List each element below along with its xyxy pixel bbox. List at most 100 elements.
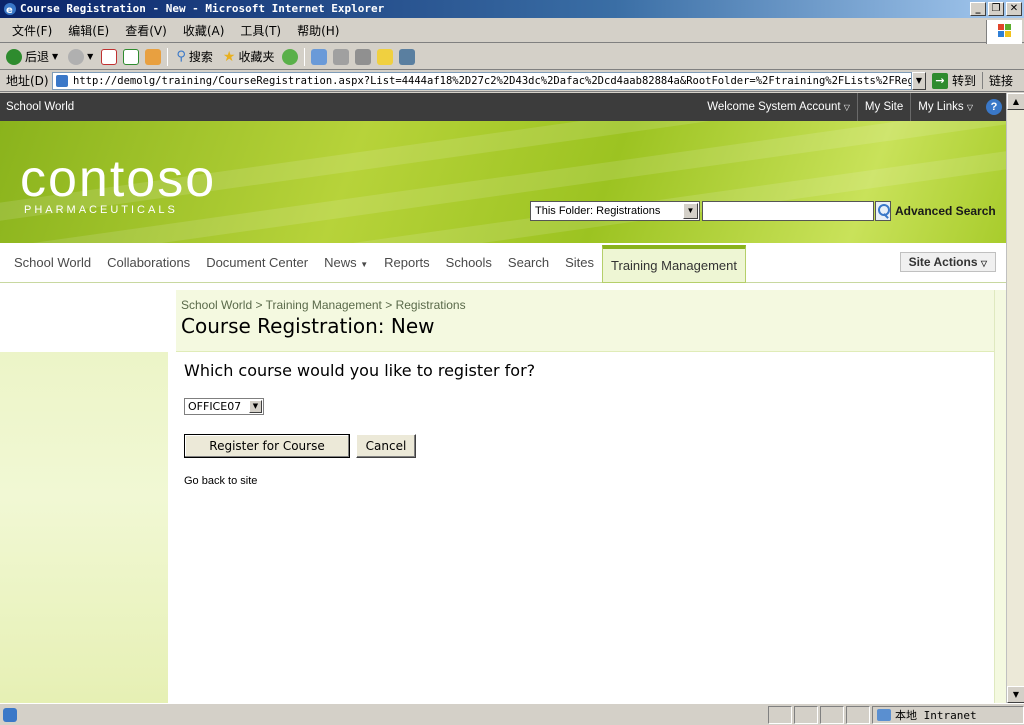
- maximize-button[interactable]: ❐: [988, 2, 1004, 16]
- forward-arrow-icon: [68, 48, 85, 65]
- go-back-link[interactable]: Go back to site: [184, 475, 257, 487]
- tab-document-center[interactable]: Document Center: [198, 243, 316, 283]
- menu-help[interactable]: 帮助(H): [289, 22, 347, 39]
- search-scope-select[interactable]: This Folder: Registrations ▼: [530, 201, 700, 221]
- breadcrumb[interactable]: School World > Training Management > Reg…: [181, 298, 466, 312]
- home-icon[interactable]: [145, 48, 162, 65]
- search-area: This Folder: Registrations ▼ Advanced Se…: [530, 200, 996, 222]
- right-edge-panel: [994, 290, 1006, 703]
- back-arrow-icon: [6, 48, 22, 65]
- notes-icon[interactable]: [377, 48, 394, 65]
- address-label: 地址(D): [6, 74, 49, 88]
- welcome-menu[interactable]: Welcome System Account ▽: [700, 93, 857, 122]
- tab-school-world[interactable]: School World: [6, 243, 99, 283]
- toolbar: 后退 ▼ ▼ ⚲ 搜索 ★ 收藏夹: [0, 44, 1024, 70]
- search-label: 搜索: [188, 50, 213, 64]
- tab-training-management[interactable]: Training Management: [602, 244, 747, 283]
- search-icon: ⚲: [176, 49, 186, 64]
- page-title-area: School World > Training Management > Reg…: [176, 290, 994, 352]
- chevron-down-icon: ▼: [249, 400, 262, 413]
- favorites-label: 收藏夹: [238, 50, 275, 64]
- sp-global-bar: School World Welcome System Account ▽ My…: [0, 93, 1006, 122]
- status-cell: [794, 705, 818, 724]
- menu-view[interactable]: 查看(V): [117, 22, 175, 39]
- refresh-icon[interactable]: [123, 48, 140, 65]
- menu-file[interactable]: 文件(F): [4, 22, 60, 39]
- page-status-icon: [3, 707, 17, 722]
- course-question: Which course would you like to register …: [184, 361, 536, 380]
- star-icon: ★: [222, 48, 236, 65]
- go-arrow-icon: →: [932, 72, 948, 89]
- chevron-down-icon: ▼: [87, 52, 94, 61]
- menu-tools[interactable]: 工具(T): [232, 22, 289, 39]
- toolbar-separator: [304, 47, 306, 66]
- page-icon: [56, 74, 68, 87]
- tab-schools[interactable]: Schools: [438, 243, 500, 283]
- tab-sites[interactable]: Sites: [557, 243, 602, 283]
- zone-label: 本地 Intranet: [895, 708, 977, 722]
- menu-edit[interactable]: 编辑(E): [60, 22, 117, 39]
- scroll-up-icon[interactable]: ▲: [1007, 93, 1024, 110]
- forward-button[interactable]: ▼: [66, 48, 95, 65]
- my-site-link[interactable]: My Site: [856, 93, 910, 121]
- search-input[interactable]: [702, 201, 874, 221]
- security-zone: 本地 Intranet: [872, 705, 1024, 724]
- address-bar: 地址(D) http://demolg/training/CourseRegis…: [0, 70, 1024, 92]
- window-title: Course Registration - New - Microsoft In…: [20, 2, 385, 15]
- back-button[interactable]: 后退 ▼: [4, 48, 60, 65]
- top-nav: School World Collaborations Document Cen…: [0, 243, 1006, 283]
- course-select-value: OFFICE07: [188, 400, 242, 413]
- search-scope-value: This Folder: Registrations: [535, 205, 661, 217]
- stop-icon[interactable]: [101, 48, 118, 65]
- menu-bar: 文件(F) 编辑(E) 查看(V) 收藏(A) 工具(T) 帮助(H): [0, 19, 1024, 43]
- windows-logo-icon: [986, 20, 1022, 44]
- search-go-icon[interactable]: [875, 201, 891, 221]
- my-links-label: My Links: [918, 100, 964, 113]
- menu-favorites[interactable]: 收藏(A): [175, 22, 233, 39]
- site-name-link[interactable]: School World: [6, 93, 74, 121]
- advanced-search-link[interactable]: Advanced Search: [895, 204, 996, 218]
- site-banner: contoso PHARMACEUTICALS This Folder: Reg…: [0, 121, 1006, 243]
- tab-news-label: News: [324, 254, 357, 270]
- site-actions-label: Site Actions: [908, 255, 978, 269]
- address-url: http://demolg/training/CourseRegistratio…: [73, 74, 912, 87]
- tab-news[interactable]: News ▼: [316, 243, 376, 283]
- print-icon[interactable]: [333, 48, 350, 65]
- history-icon[interactable]: [282, 48, 299, 65]
- close-button[interactable]: ✕: [1006, 2, 1022, 16]
- address-input[interactable]: http://demolg/training/CourseRegistratio…: [52, 71, 912, 90]
- register-button[interactable]: Register for Course: [184, 434, 350, 458]
- tab-collaborations[interactable]: Collaborations: [99, 243, 198, 283]
- logo-text: contoso: [20, 150, 217, 208]
- cancel-button[interactable]: Cancel: [356, 434, 416, 458]
- vertical-scrollbar[interactable]: ▲ ▼: [1006, 93, 1024, 703]
- welcome-label: Welcome System Account: [707, 100, 841, 113]
- chevron-down-icon: ▼: [683, 203, 698, 219]
- site-actions-button[interactable]: Site Actions ▽: [899, 252, 996, 272]
- chevron-down-icon: ▽: [966, 102, 973, 112]
- window-title-bar: e Course Registration - New - Microsoft …: [0, 0, 1024, 18]
- help-icon[interactable]: ?: [986, 99, 1002, 115]
- ie-icon: e: [3, 2, 17, 16]
- scroll-down-icon[interactable]: ▼: [1007, 686, 1024, 703]
- course-select[interactable]: OFFICE07 ▼: [184, 398, 264, 415]
- my-links-menu[interactable]: My Links ▽: [910, 93, 980, 122]
- messenger-icon[interactable]: [399, 48, 416, 65]
- chevron-down-icon: ▽: [980, 259, 987, 268]
- page-viewport: School World Welcome System Account ▽ My…: [0, 93, 1006, 703]
- chevron-down-icon: ▼: [360, 259, 369, 269]
- page-title: Course Registration: New: [181, 314, 435, 338]
- address-dropdown-button[interactable]: ▼: [912, 71, 926, 90]
- intranet-icon: [877, 708, 891, 721]
- links-button[interactable]: 链接: [982, 72, 1013, 89]
- mail-icon[interactable]: [311, 48, 328, 65]
- favorites-button[interactable]: ★ 收藏夹: [221, 48, 277, 65]
- status-cell: [846, 705, 870, 724]
- chevron-down-icon: ▼: [52, 52, 59, 61]
- tab-search[interactable]: Search: [500, 243, 557, 283]
- go-button[interactable]: → 转到: [926, 72, 982, 89]
- minimize-button[interactable]: _: [970, 2, 986, 16]
- edit-icon[interactable]: [355, 48, 372, 65]
- tab-reports[interactable]: Reports: [376, 243, 438, 283]
- search-button[interactable]: ⚲ 搜索: [174, 48, 215, 65]
